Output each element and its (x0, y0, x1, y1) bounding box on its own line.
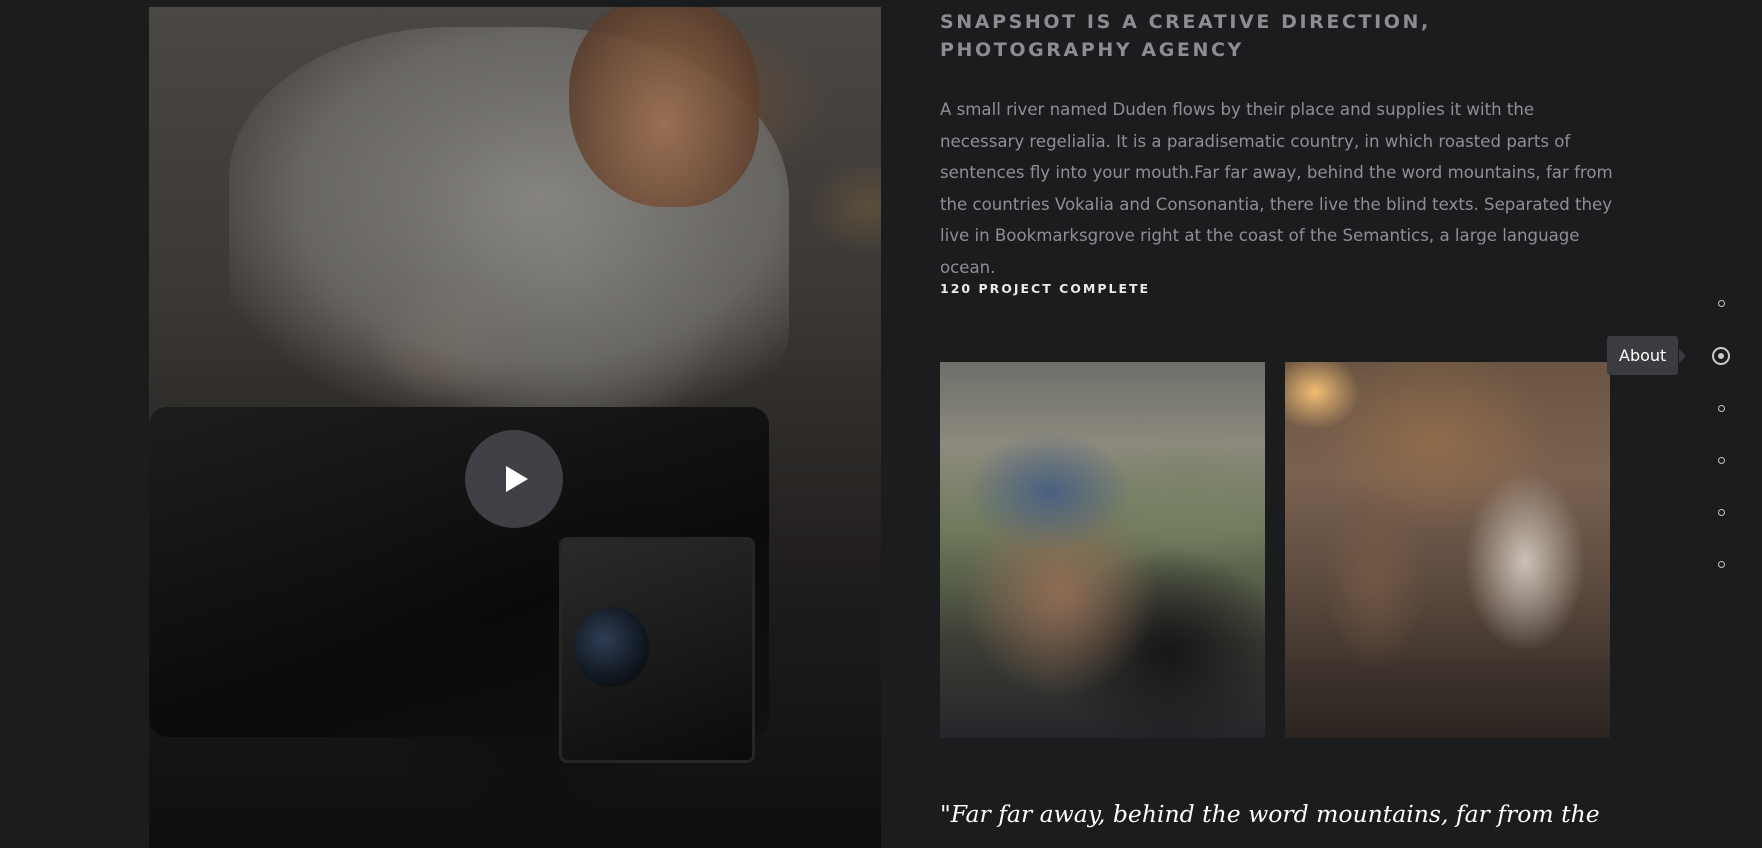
gallery-image-1 (940, 362, 1265, 738)
dot-navigation (1705, 0, 1735, 848)
dot-nav-item-about[interactable] (1705, 346, 1737, 366)
dot-nav-tooltip: About (1607, 336, 1679, 375)
hero-photo-head (569, 7, 759, 207)
gallery-image-2 (1285, 362, 1610, 738)
hero-photo-lens-glass (574, 607, 649, 687)
hero-photo (149, 7, 881, 848)
dot-icon (1717, 508, 1725, 516)
dot-icon (1717, 560, 1725, 568)
dot-nav-item-6[interactable] (1705, 554, 1737, 574)
dot-nav-item-5[interactable] (1705, 502, 1737, 522)
dot-icon (1717, 299, 1725, 307)
testimonial-quote: "Far far away, behind the word mountains… (940, 800, 1600, 828)
about-heading: SNAPSHOT IS A CREATIVE DIRECTION, PHOTOG… (940, 11, 1431, 61)
dot-icon (1717, 456, 1725, 464)
dot-icon (1717, 404, 1725, 412)
dot-nav-item-4[interactable] (1705, 450, 1737, 470)
dot-nav-item-3[interactable] (1705, 398, 1737, 418)
play-icon (506, 466, 528, 492)
play-video-button[interactable] (465, 430, 563, 528)
about-intro: A small river named Duden flows by their… (940, 100, 1613, 277)
page: SNAPSHOT IS A CREATIVE DIRECTION, PHOTOG… (0, 0, 1762, 848)
dot-nav-tooltip-arrow (1679, 349, 1686, 363)
active-dot-icon (1712, 347, 1730, 365)
project-count: 120 PROJECT COMPLETE (940, 281, 1151, 296)
dot-nav-item-1[interactable] (1705, 293, 1737, 313)
